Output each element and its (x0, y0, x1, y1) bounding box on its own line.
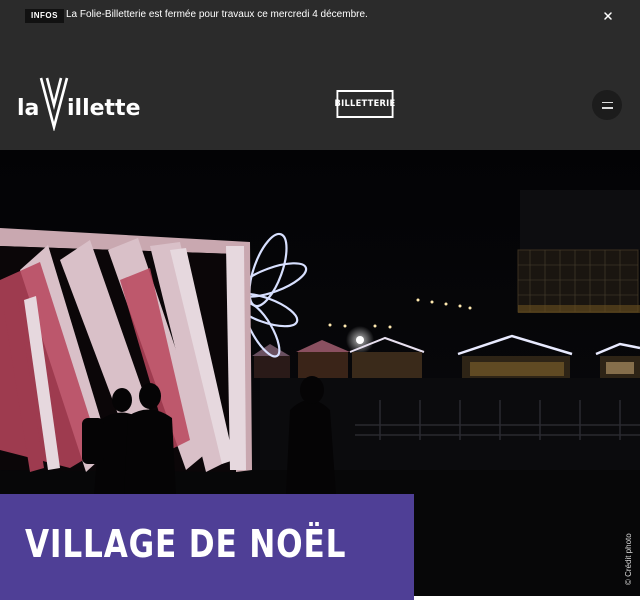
hamburger-menu-icon[interactable] (592, 90, 622, 120)
hero-section: VILLAGE DE NOËL © Crédit photo (0, 150, 640, 600)
info-message: La Folie-Billetterie est fermée pour tra… (66, 9, 368, 20)
billetterie-button[interactable]: BILLETTERIE (335, 90, 395, 118)
logo-v-mark (39, 77, 69, 133)
site-header: la illette BILLETTERIE (0, 32, 640, 150)
logo-text-illette: illette (67, 96, 141, 121)
hero-title: VILLAGE DE NOËL (25, 522, 347, 566)
close-icon[interactable] (600, 8, 616, 24)
logo-text-la: la (17, 96, 39, 121)
la-villette-logo[interactable]: la illette (17, 75, 142, 133)
info-badge: INFOS (25, 9, 64, 23)
photo-credit: © Crédit photo (624, 533, 633, 585)
hero-title-box: VILLAGE DE NOËL (0, 494, 414, 600)
bottom-divider (414, 596, 640, 600)
info-bar: INFOS La Folie-Billetterie est fermée po… (0, 0, 640, 32)
